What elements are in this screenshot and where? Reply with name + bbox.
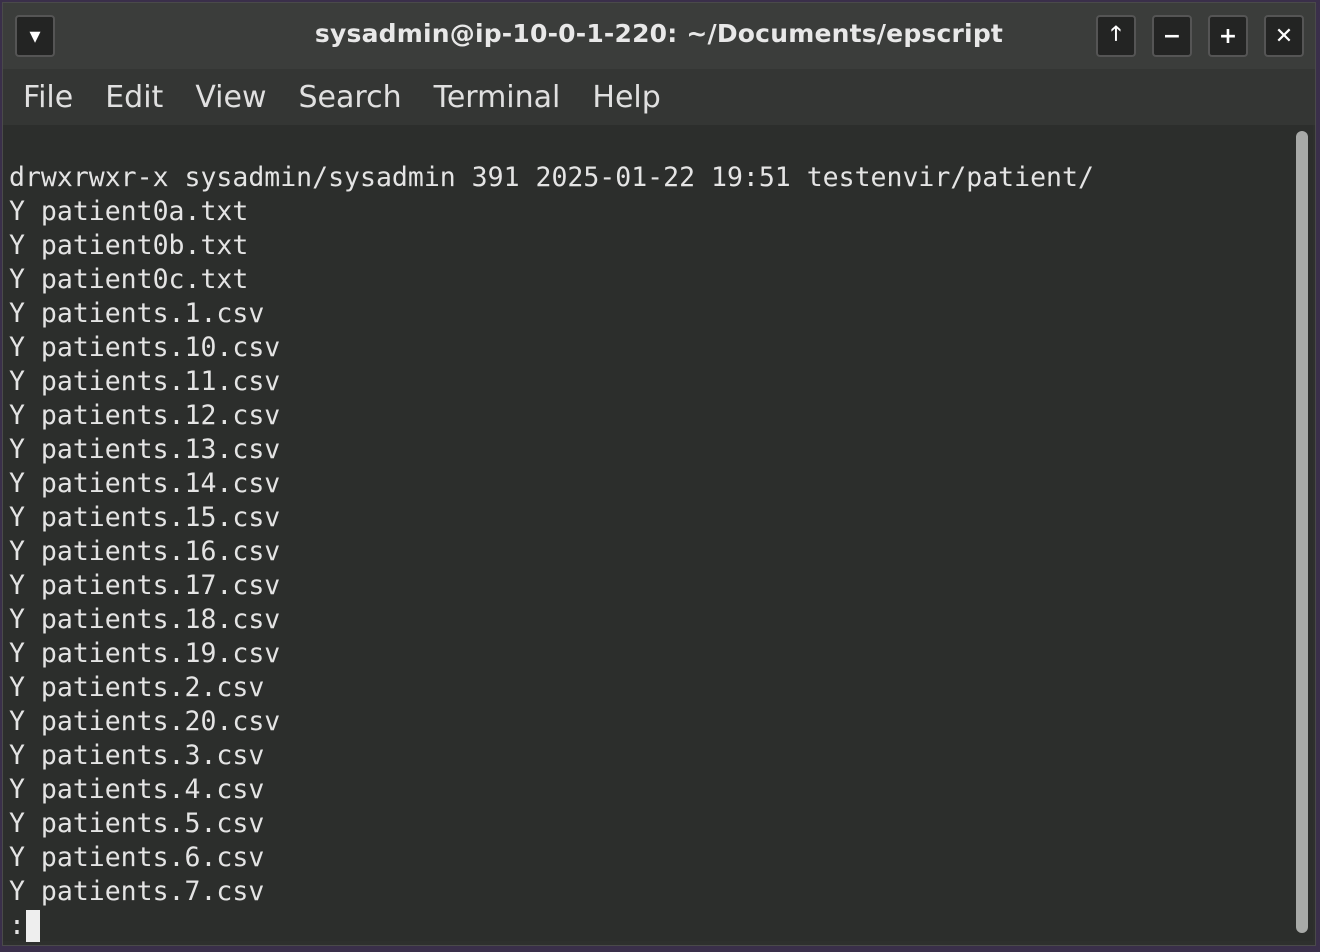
file-entry-line: Y patients.4.csv [9, 774, 265, 805]
minimize-button[interactable]: − [1152, 15, 1192, 57]
arrow-up-icon: 🡑 [1110, 21, 1122, 45]
menu-terminal[interactable]: Terminal [434, 76, 561, 119]
file-entry-line: Y patients.14.csv [9, 468, 281, 499]
file-entry-line: Y patients.20.csv [9, 706, 281, 737]
file-entry-line: Y patients.19.csv [9, 638, 281, 669]
plus-icon: + [1218, 23, 1238, 49]
file-entry-line: Y patients.7.csv [9, 876, 265, 907]
text-cursor [25, 910, 40, 942]
file-entry-line: Y patients.18.csv [9, 604, 281, 635]
terminal-lines: drwxrwxr-x sysadmin/sysadmin 391 2025-01… [9, 161, 1094, 943]
terminal-output[interactable]: drwxrwxr-x sysadmin/sysadmin 391 2025-01… [3, 125, 1291, 943]
file-entry-line: Y patients.11.csv [9, 366, 281, 397]
prompt-symbol: : [9, 910, 25, 941]
file-entry-line: Y patients.15.csv [9, 502, 281, 533]
maximize-button[interactable]: + [1208, 15, 1248, 57]
menu-bar: File Edit View Search Terminal Help [3, 69, 1315, 125]
pager-prompt[interactable]: : [9, 909, 1094, 943]
menu-file[interactable]: File [23, 76, 73, 119]
file-entry-line: Y patients.10.csv [9, 332, 281, 363]
file-entry-line: Y patient0a.txt [9, 196, 249, 227]
menu-search[interactable]: Search [299, 76, 402, 119]
minimize-icon: − [1162, 23, 1182, 49]
file-entry-line: Y patients.12.csv [9, 400, 281, 431]
file-entry-line: Y patients.17.csv [9, 570, 281, 601]
file-entry-line: Y patient0c.txt [9, 264, 249, 295]
file-entry-line: Y patients.6.csv [9, 842, 265, 873]
title-bar[interactable]: ▾ sysadmin@ip-10-0-1-220: ~/Documents/ep… [3, 3, 1315, 69]
menu-help[interactable]: Help [592, 76, 660, 119]
menu-edit[interactable]: Edit [105, 76, 163, 119]
menu-view[interactable]: View [195, 76, 266, 119]
scrollbar-thumb[interactable] [1296, 131, 1308, 933]
file-entry-line: Y patients.5.csv [9, 808, 265, 839]
terminal-window: ▾ sysadmin@ip-10-0-1-220: ~/Documents/ep… [2, 2, 1316, 946]
file-entry-line: Y patients.13.csv [9, 434, 281, 465]
directory-entry-line: drwxrwxr-x sysadmin/sysadmin 391 2025-01… [9, 162, 1094, 193]
file-entry-line: Y patients.16.csv [9, 536, 281, 567]
scrollbar[interactable] [1291, 125, 1313, 941]
close-button[interactable]: ✕ [1264, 15, 1304, 57]
file-entry-line: Y patients.1.csv [9, 298, 265, 329]
raise-button[interactable]: 🡑 [1096, 15, 1136, 57]
close-icon: ✕ [1274, 23, 1294, 49]
file-entry-line: Y patients.2.csv [9, 672, 265, 703]
file-entry-line: Y patient0b.txt [9, 230, 249, 261]
file-entry-line: Y patients.3.csv [9, 740, 265, 771]
